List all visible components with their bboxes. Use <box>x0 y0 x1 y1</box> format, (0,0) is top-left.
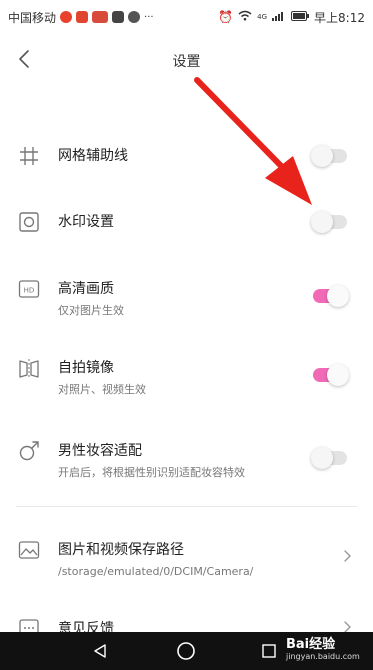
setting-title: 图片和视频保存路径 <box>58 542 184 558</box>
back-arrow-icon[interactable] <box>14 48 36 70</box>
chevron-right-icon <box>344 550 351 562</box>
setting-title: 水印设置 <box>58 214 114 230</box>
setting-subtitle: 对照片、视频生效 <box>58 383 146 396</box>
nav-back-icon[interactable] <box>92 643 108 659</box>
mirror-icon <box>19 359 39 378</box>
signal-icon <box>272 10 286 24</box>
network-type: 4G <box>257 13 268 21</box>
setting-title: 男性妆容适配 <box>58 443 142 459</box>
baidu-jingyan-watermark: Bai经验 jingyan.baidu.com <box>286 633 370 669</box>
setting-subtitle: 仅对图片生效 <box>58 304 124 317</box>
notification-app-icon <box>112 11 125 23</box>
status-bar: 中国移动 ··· ⏰ 4G 早上8:12 <box>0 0 373 34</box>
nav-recent-apps-icon[interactable] <box>262 644 276 658</box>
watermark-brand: Bai经验 <box>286 637 336 652</box>
setting-row-save-path[interactable]: 图片和视频保存路径 /storage/emulated/0/DCIM/Camer… <box>0 537 373 583</box>
setting-row-hd[interactable]: HD 高清画质 仅对图片生效 <box>0 276 373 322</box>
battery-icon <box>291 10 310 24</box>
watermark-url: jingyan.baidu.com <box>286 652 360 661</box>
section-divider <box>16 506 357 507</box>
hd-toggle[interactable] <box>313 285 349 307</box>
grid-icon <box>20 147 38 165</box>
setting-row-grid[interactable]: 网格辅助线 <box>0 138 373 174</box>
notification-app-icon <box>60 11 73 23</box>
notification-app-icon <box>76 11 89 23</box>
svg-text:HD: HD <box>24 287 35 295</box>
mirror-toggle[interactable] <box>313 364 349 386</box>
app-header: 设置 <box>0 34 373 88</box>
clock: 早上8:12 <box>314 10 365 25</box>
setting-subtitle: 开启后，将根据性别识别适配妆容特效 <box>58 466 245 479</box>
notification-app-icon <box>92 11 109 23</box>
male-makeup-toggle[interactable] <box>311 447 347 469</box>
setting-row-mirror[interactable]: 自拍镜像 对照片、视频生效 <box>0 355 373 401</box>
more-notifications: ··· <box>144 11 154 23</box>
nav-home-icon[interactable] <box>176 641 196 661</box>
setting-row-watermark[interactable]: 水印设置 <box>0 204 373 240</box>
carrier-label: 中国移动 <box>8 10 57 25</box>
setting-subtitle: /storage/emulated/0/DCIM/Camera/ <box>58 565 254 578</box>
grid-toggle[interactable] <box>311 145 347 167</box>
alarm-icon: ⏰ <box>218 10 234 24</box>
page-title: 设置 <box>172 54 201 70</box>
setting-row-male-makeup[interactable]: 男性妆容适配 开启后，将根据性别识别适配妆容特效 <box>0 438 373 484</box>
setting-title: 网格辅助线 <box>58 148 128 164</box>
image-folder-icon <box>18 541 40 559</box>
watermark-toggle[interactable] <box>311 211 347 233</box>
male-icon <box>19 441 39 461</box>
hd-icon: HD <box>18 280 40 298</box>
wechat-icon <box>128 11 141 23</box>
setting-title: 自拍镜像 <box>58 360 114 376</box>
wifi-icon <box>238 10 252 24</box>
setting-title: 高清画质 <box>58 281 114 297</box>
watermark-icon <box>19 212 39 232</box>
